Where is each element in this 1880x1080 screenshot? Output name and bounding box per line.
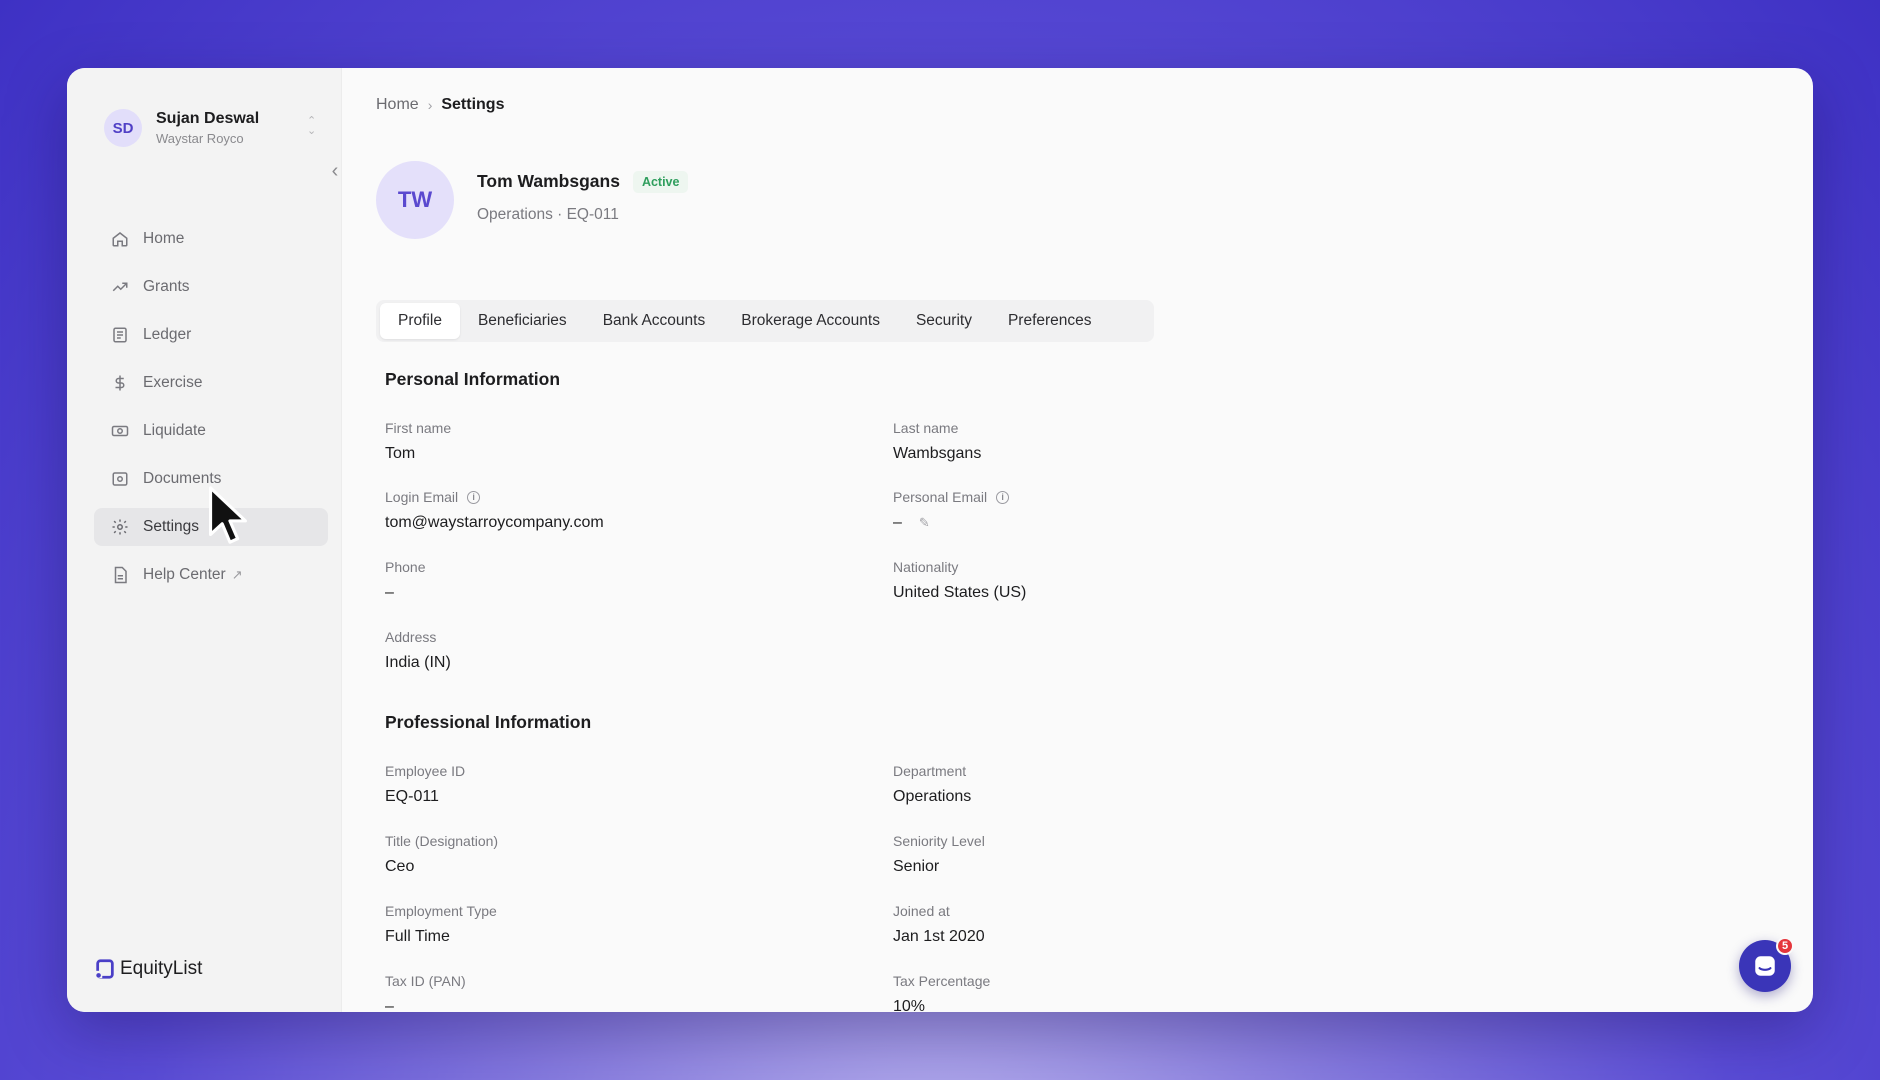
mouse-cursor-icon [209, 486, 247, 544]
sidebar-item-home[interactable]: Home [94, 220, 328, 258]
field-first-name: First name Tom [385, 420, 452, 462]
notification-badge: 5 [1776, 937, 1794, 955]
sidebar: SD Sujan Deswal Waystar Royco ⌃ ⌄ ‹ Home … [67, 68, 342, 1012]
personal-info-heading: Personal Information [385, 369, 561, 389]
sidebar-item-label: Exercise [143, 374, 203, 391]
cash-icon [111, 425, 129, 437]
tab-security[interactable]: Security [898, 303, 990, 339]
sidebar-item-label: Home [143, 230, 185, 247]
info-icon[interactable]: i [996, 490, 1010, 504]
tab-preferences[interactable]: Preferences [990, 303, 1110, 339]
brand-name: EquityList [120, 958, 203, 979]
field-login-email: Login Email i tom@waystarroycompany.com [385, 489, 604, 531]
documents-icon [112, 472, 128, 486]
sidebar-item-liquidate[interactable]: Liquidate [94, 412, 328, 450]
user-org: Waystar Royco [156, 131, 244, 146]
sidebar-item-grants[interactable]: Grants [94, 268, 328, 306]
profile-header: TW Tom Wambsgans Active Operations · EQ-… [376, 161, 689, 239]
field-employment-type: Employment Type Full Time [385, 903, 497, 945]
status-badge: Active [632, 170, 689, 193]
user-name: Sujan Deswal [156, 110, 260, 127]
gear-icon [112, 519, 128, 535]
field-joined-at: Joined at Jan 1st 2020 [893, 903, 985, 945]
pencil-icon[interactable]: ✎ [919, 515, 930, 531]
field-department: Department Operations [893, 763, 972, 805]
avatar: SD [104, 109, 142, 147]
sidebar-item-ledger[interactable]: Ledger [94, 316, 328, 354]
field-nationality: Nationality United States (US) [893, 559, 1027, 601]
chat-icon [1755, 956, 1775, 976]
sidebar-item-help-center[interactable]: Help Center ↗ [94, 556, 328, 594]
account-switcher[interactable]: SD Sujan Deswal Waystar Royco ⌃ ⌄ [104, 104, 324, 152]
external-link-icon: ↗ [231, 567, 243, 582]
main-content: Home › Settings TW Tom Wambsgans Active … [376, 68, 1813, 1012]
profile-name: Tom Wambsgans [477, 171, 620, 191]
field-personal-email: Personal Email i – ✎ [893, 489, 1353, 532]
field-tax-id: Tax ID (PAN) – [385, 973, 466, 1012]
tab-beneficiaries[interactable]: Beneficiaries [460, 303, 585, 339]
profile-avatar: TW [376, 161, 454, 239]
field-address: Address India (IN) [385, 629, 451, 671]
brand-logo: EquityList [94, 958, 202, 980]
breadcrumb-current: Settings [441, 96, 505, 113]
sidebar-item-exercise[interactable]: Exercise [94, 364, 328, 402]
breadcrumb: Home › Settings [376, 96, 504, 114]
chevron-right-icon: › [427, 97, 433, 113]
ledger-icon [113, 327, 127, 343]
chat-launcher-button[interactable]: 5 [1739, 937, 1794, 992]
chevron-updown-icon: ⌃ ⌄ [307, 115, 317, 137]
field-phone: Phone – [385, 559, 426, 601]
home-icon [112, 232, 128, 247]
dollar-icon [115, 375, 125, 391]
tab-profile[interactable]: Profile [380, 303, 460, 339]
tab-bank-accounts[interactable]: Bank Accounts [585, 303, 724, 339]
app-window: SD Sujan Deswal Waystar Royco ⌃ ⌄ ‹ Home … [67, 68, 1813, 1012]
field-designation: Title (Designation) Ceo [385, 833, 499, 875]
trend-icon [112, 282, 128, 292]
sidebar-item-label: Settings [143, 518, 200, 535]
sidebar-item-label: Help Center [143, 566, 226, 583]
field-last-name: Last name Wambsgans [893, 420, 982, 462]
settings-tabs: Profile Beneficiaries Bank Accounts Brok… [376, 300, 1154, 342]
professional-info-heading: Professional Information [385, 712, 592, 732]
field-seniority: Seniority Level Senior [893, 833, 985, 875]
sidebar-item-label: Grants [143, 278, 190, 295]
field-tax-percentage: Tax Percentage 10% [893, 973, 991, 1012]
collapse-sidebar-button[interactable]: ‹ [325, 160, 345, 182]
field-employee-id: Employee ID EQ-011 [385, 763, 466, 805]
sidebar-item-label: Ledger [143, 326, 192, 343]
sidebar-item-label: Liquidate [143, 422, 206, 439]
help-doc-icon [114, 566, 127, 584]
info-icon[interactable]: i [467, 490, 481, 504]
equitylist-logo-icon [95, 959, 114, 979]
breadcrumb-home-link[interactable]: Home [376, 96, 419, 114]
tab-brokerage-accounts[interactable]: Brokerage Accounts [723, 303, 898, 339]
profile-subtitle: Operations · EQ-011 [477, 205, 619, 223]
